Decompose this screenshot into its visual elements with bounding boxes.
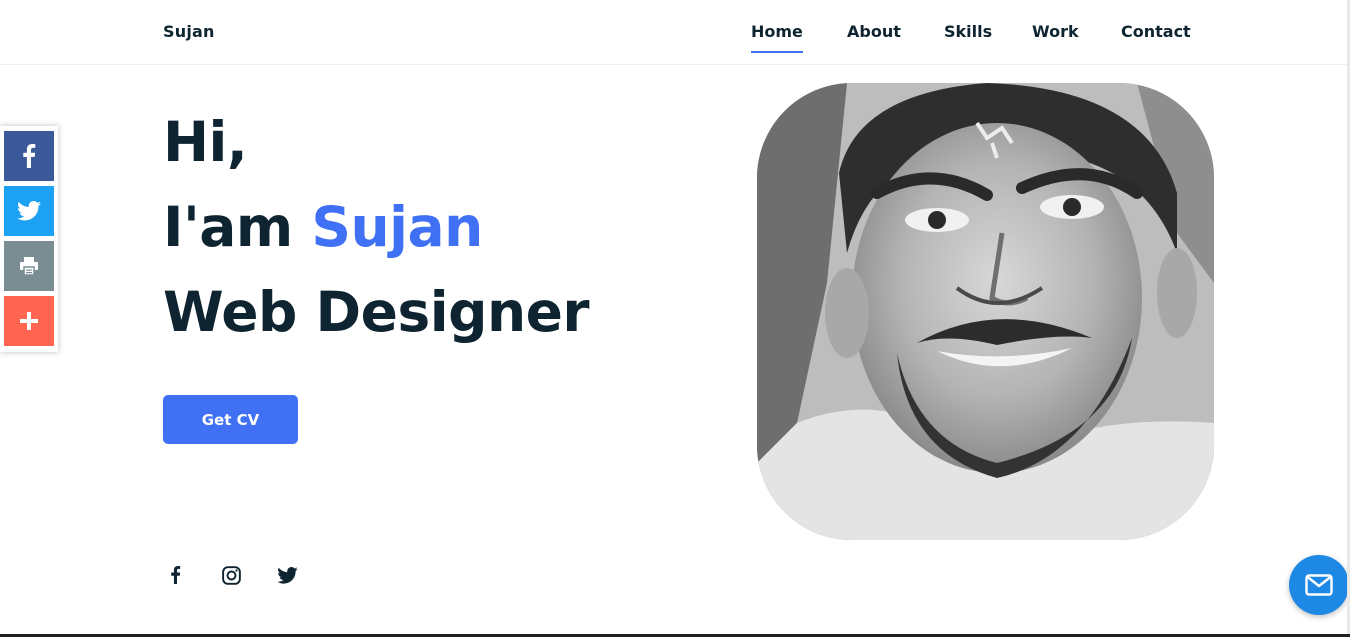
- share-print-button[interactable]: [4, 241, 54, 291]
- social-facebook-link[interactable]: [163, 563, 187, 587]
- hero-role: Web Designer: [163, 280, 590, 344]
- print-icon: [20, 257, 38, 275]
- hero-greeting: Hi,: [163, 110, 248, 174]
- share-more-button[interactable]: [4, 296, 54, 346]
- page: Sujan Home About Skills Work Contact Hi,…: [0, 0, 1350, 637]
- facebook-icon: [170, 566, 180, 584]
- nav-work-link[interactable]: Work: [1032, 22, 1079, 51]
- twitter-icon: [276, 566, 298, 584]
- mail-icon: [1305, 574, 1333, 596]
- nav-home-link[interactable]: Home: [751, 22, 803, 53]
- main-nav: Home About Skills Work Contact: [0, 22, 1350, 62]
- hero-name: Sujan: [311, 195, 483, 259]
- nav-skills-link[interactable]: Skills: [944, 22, 992, 51]
- profile-photo: [757, 83, 1214, 540]
- plus-icon: [20, 312, 38, 330]
- share-facebook-button[interactable]: [4, 131, 54, 181]
- social-twitter-link[interactable]: [275, 563, 299, 587]
- twitter-icon: [17, 201, 41, 221]
- facebook-icon: [23, 144, 36, 168]
- share-twitter-button[interactable]: [4, 186, 54, 236]
- site-header: Sujan Home About Skills Work Contact: [0, 0, 1350, 65]
- nav-about-link[interactable]: About: [847, 22, 901, 51]
- hero-intro: I'am Sujan: [163, 195, 483, 259]
- portrait-illustration: [757, 83, 1214, 540]
- instagram-icon: [221, 565, 241, 585]
- contact-mail-button[interactable]: [1289, 555, 1349, 615]
- hero-intro-prefix: I'am: [163, 195, 312, 259]
- social-instagram-link[interactable]: [219, 563, 243, 587]
- share-sidebar: [0, 126, 58, 352]
- get-cv-button[interactable]: Get CV: [163, 395, 298, 444]
- nav-contact-link[interactable]: Contact: [1121, 22, 1191, 51]
